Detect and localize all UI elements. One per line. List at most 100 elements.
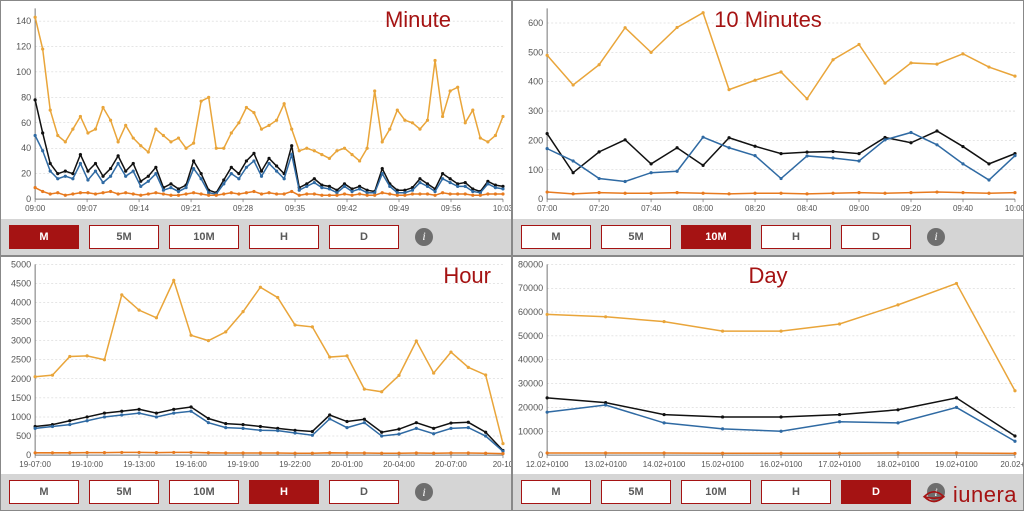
svg-text:09:14: 09:14 bbox=[129, 204, 150, 213]
svg-text:4000: 4000 bbox=[11, 297, 31, 307]
granularity-button-5m[interactable]: 5M bbox=[89, 480, 159, 504]
svg-text:16.02+0100: 16.02+0100 bbox=[760, 460, 803, 469]
toolbar-hour: M 5M 10M HDi bbox=[1, 474, 511, 510]
svg-text:500: 500 bbox=[528, 47, 543, 57]
chart-svg: 02040608010012014009:0009:0709:1409:2109… bbox=[1, 1, 511, 219]
svg-text:13.02+0100: 13.02+0100 bbox=[584, 460, 627, 469]
granularity-button-m[interactable]: M bbox=[9, 480, 79, 504]
svg-text:09:20: 09:20 bbox=[901, 204, 922, 213]
svg-text:19-10:00: 19-10:00 bbox=[71, 460, 103, 469]
granularity-button-d[interactable]: D bbox=[329, 225, 399, 249]
granularity-button-h[interactable]: H bbox=[761, 480, 831, 504]
granularity-button-h[interactable]: H bbox=[761, 225, 831, 249]
svg-text:07:20: 07:20 bbox=[589, 204, 610, 213]
plot-minute: Minute02040608010012014009:0009:0709:140… bbox=[1, 1, 511, 219]
svg-text:14.02+0100: 14.02+0100 bbox=[643, 460, 686, 469]
chart-title: Minute bbox=[385, 7, 451, 33]
granularity-button-m[interactable]: M bbox=[9, 225, 79, 249]
plot-hour: Hour050010001500200025003000350040004500… bbox=[1, 257, 511, 475]
quadrant-hour: Hour050010001500200025003000350040004500… bbox=[0, 256, 512, 511]
svg-text:17.02+0100: 17.02+0100 bbox=[818, 460, 861, 469]
svg-text:60000: 60000 bbox=[518, 307, 543, 317]
svg-text:100: 100 bbox=[16, 67, 31, 77]
svg-text:20000: 20000 bbox=[518, 402, 543, 412]
svg-text:70000: 70000 bbox=[518, 283, 543, 293]
svg-text:120: 120 bbox=[16, 42, 31, 52]
svg-text:20-07:00: 20-07:00 bbox=[435, 460, 467, 469]
brand-text: iunera bbox=[953, 482, 1017, 508]
granularity-button-10m[interactable]: 10M bbox=[681, 225, 751, 249]
chart-svg: 0500100015002000250030003500400045005000… bbox=[1, 257, 511, 475]
chart-title: 10 Minutes bbox=[714, 7, 822, 33]
svg-text:4500: 4500 bbox=[11, 278, 31, 288]
svg-text:20-10: 20-10 bbox=[493, 460, 511, 469]
svg-text:0: 0 bbox=[538, 194, 543, 204]
svg-text:3000: 3000 bbox=[11, 335, 31, 345]
svg-text:200: 200 bbox=[528, 135, 543, 145]
svg-text:19-13:00: 19-13:00 bbox=[123, 460, 155, 469]
svg-text:08:00: 08:00 bbox=[693, 204, 714, 213]
svg-text:80: 80 bbox=[21, 92, 31, 102]
svg-text:140: 140 bbox=[16, 16, 31, 26]
granularity-button-d[interactable]: D bbox=[841, 225, 911, 249]
svg-text:09:28: 09:28 bbox=[233, 204, 254, 213]
svg-text:19-22:00: 19-22:00 bbox=[279, 460, 311, 469]
svg-text:40: 40 bbox=[21, 143, 31, 153]
svg-text:07:00: 07:00 bbox=[537, 204, 558, 213]
granularity-button-d[interactable]: D bbox=[329, 480, 399, 504]
svg-text:20.02+0: 20.02+0 bbox=[1000, 460, 1023, 469]
granularity-button-10m[interactable]: 10M bbox=[169, 480, 239, 504]
svg-text:300: 300 bbox=[528, 106, 543, 116]
svg-text:80000: 80000 bbox=[518, 259, 543, 269]
granularity-button-h[interactable]: H bbox=[249, 225, 319, 249]
quadrant-minute: Minute02040608010012014009:0009:0709:140… bbox=[0, 0, 512, 256]
svg-text:19.02+0100: 19.02+0100 bbox=[935, 460, 978, 469]
chart-svg: 0 100 200 300 400 500 600 07:00 07:20 07:40 08:00 0… bbox=[513, 1, 1023, 219]
svg-text:3500: 3500 bbox=[11, 316, 31, 326]
svg-text:20-04:00: 20-04:00 bbox=[383, 460, 415, 469]
svg-text:09:21: 09:21 bbox=[181, 204, 202, 213]
svg-text:09:00: 09:00 bbox=[849, 204, 870, 213]
toolbar-tenmin: M 5M 10M HDi bbox=[513, 219, 1023, 255]
svg-text:07:40: 07:40 bbox=[641, 204, 662, 213]
svg-text:600: 600 bbox=[528, 18, 543, 28]
granularity-button-m[interactable]: M bbox=[521, 225, 591, 249]
svg-text:09:07: 09:07 bbox=[77, 204, 98, 213]
granularity-button-5m[interactable]: 5M bbox=[601, 225, 671, 249]
chart-title: Day bbox=[748, 263, 787, 289]
granularity-button-h[interactable]: H bbox=[249, 480, 319, 504]
svg-text:400: 400 bbox=[528, 77, 543, 87]
svg-text:2500: 2500 bbox=[11, 354, 31, 364]
svg-text:09:40: 09:40 bbox=[953, 204, 974, 213]
info-icon[interactable]: i bbox=[927, 228, 945, 246]
granularity-button-10m[interactable]: 10M bbox=[681, 480, 751, 504]
svg-text:19-19:00: 19-19:00 bbox=[227, 460, 259, 469]
quadrant-day: Day0100002000030000400005000060000700008… bbox=[512, 256, 1024, 511]
svg-text:60: 60 bbox=[21, 118, 31, 128]
svg-text:19-16:00: 19-16:00 bbox=[175, 460, 207, 469]
svg-text:1000: 1000 bbox=[11, 411, 31, 421]
granularity-button-10m[interactable]: 10M bbox=[169, 225, 239, 249]
svg-text:19-07:00: 19-07:00 bbox=[19, 460, 51, 469]
svg-text:10000: 10000 bbox=[518, 426, 543, 436]
svg-text:2000: 2000 bbox=[11, 373, 31, 383]
info-icon[interactable]: i bbox=[415, 483, 433, 501]
svg-text:50000: 50000 bbox=[518, 330, 543, 340]
granularity-button-5m[interactable]: 5M bbox=[89, 225, 159, 249]
svg-text:10:00: 10:00 bbox=[1005, 204, 1023, 213]
quadrant-tenmin: 10 Minutes010020030040050060007:0007:200… bbox=[512, 0, 1024, 256]
info-icon[interactable]: i bbox=[415, 228, 433, 246]
svg-text:0: 0 bbox=[538, 450, 543, 460]
chart-svg: 0100002000030000400005000060000700008000… bbox=[513, 257, 1023, 475]
svg-text:15.02+0100: 15.02+0100 bbox=[701, 460, 744, 469]
svg-text:12.02+0100: 12.02+0100 bbox=[526, 460, 569, 469]
svg-text:100: 100 bbox=[528, 165, 543, 175]
granularity-button-5m[interactable]: 5M bbox=[601, 480, 671, 504]
svg-text:09:42: 09:42 bbox=[337, 204, 358, 213]
svg-text:09:00: 09:00 bbox=[25, 204, 46, 213]
granularity-button-d[interactable]: D bbox=[841, 480, 911, 504]
svg-text:10:03: 10:03 bbox=[493, 204, 511, 213]
plot-day: Day0100002000030000400005000060000700008… bbox=[513, 257, 1023, 475]
granularity-button-m[interactable]: M bbox=[521, 480, 591, 504]
svg-text:18.02+0100: 18.02+0100 bbox=[877, 460, 920, 469]
